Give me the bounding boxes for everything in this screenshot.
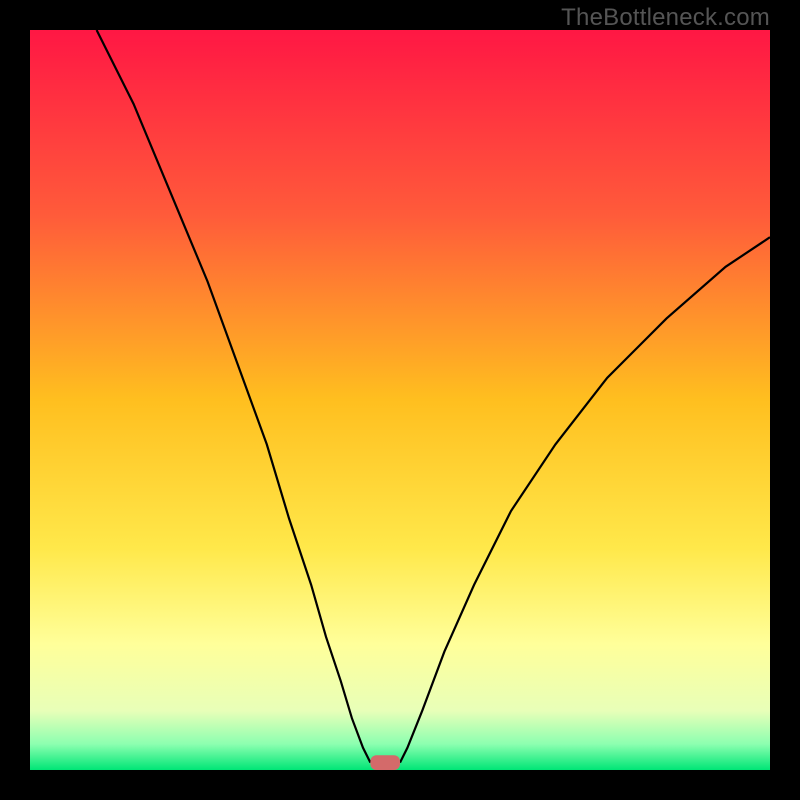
bottleneck-marker bbox=[370, 755, 400, 770]
bottleneck-chart bbox=[30, 30, 770, 770]
gradient-background bbox=[30, 30, 770, 770]
plot-area bbox=[30, 30, 770, 770]
chart-container: TheBottleneck.com bbox=[0, 0, 800, 800]
watermark-text: TheBottleneck.com bbox=[561, 4, 770, 32]
